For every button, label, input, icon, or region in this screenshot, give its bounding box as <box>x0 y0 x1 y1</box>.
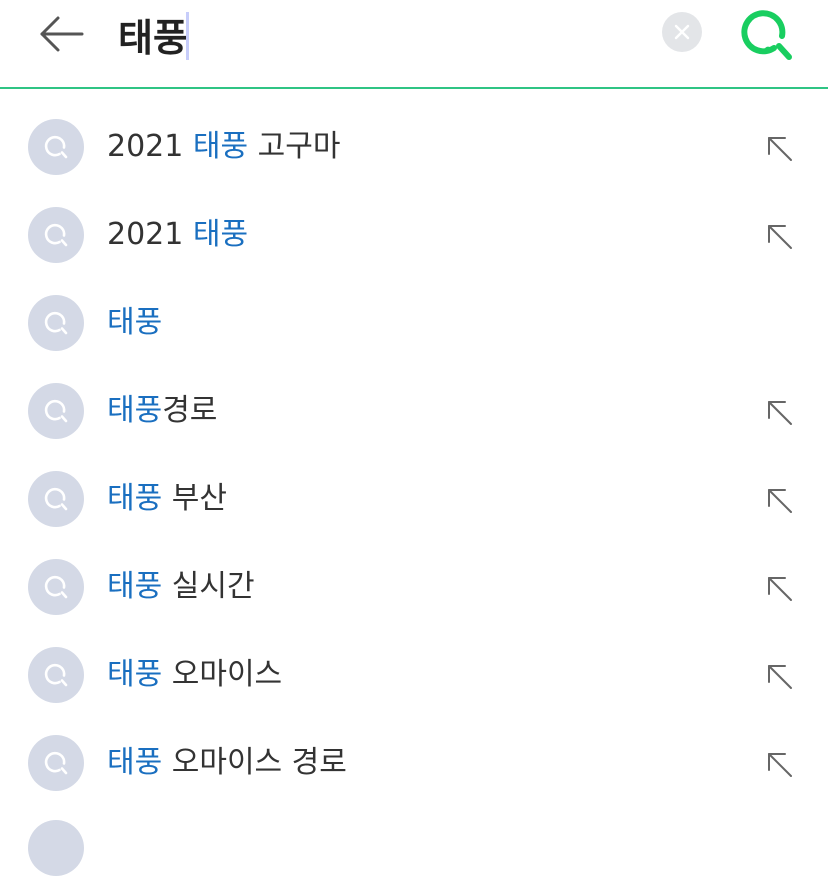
close-icon <box>674 24 690 40</box>
text-cursor <box>186 12 189 60</box>
suggestion-search-icon <box>28 119 84 175</box>
suggestion-prefix: 2021 <box>107 217 193 252</box>
fill-query-button[interactable] <box>756 653 804 701</box>
fill-query-button[interactable] <box>756 741 804 789</box>
suggestion-search-icon <box>28 207 84 263</box>
suggestion-suffix: 오마이스 <box>162 657 283 692</box>
suggestion-search-icon <box>28 295 84 351</box>
arrow-up-left-icon <box>765 750 795 780</box>
clear-button[interactable] <box>662 12 702 52</box>
suggestion-search-icon <box>28 471 84 527</box>
suggestion-link[interactable]: 태풍 실시간 <box>0 531 740 619</box>
fill-query-button[interactable] <box>756 125 804 173</box>
arrow-up-left-icon <box>765 662 795 692</box>
arrow-up-left-icon <box>765 398 795 428</box>
back-arrow-icon <box>40 16 84 52</box>
suggestion-highlight: 태풍 <box>192 217 249 252</box>
suggestion-suffix: 오마이스 경로 <box>162 745 347 780</box>
search-button[interactable] <box>736 4 796 64</box>
suggestion-suffix: 경로 <box>162 393 218 428</box>
suggestion-highlight: 태풍 <box>107 657 163 692</box>
suggestion-item: 태풍 오마이스 <box>0 619 828 707</box>
suggestion-highlight: 태풍 <box>107 393 163 428</box>
suggestion-suffix: 실시간 <box>162 569 255 604</box>
suggestion-link[interactable]: 2021 태풍 <box>0 179 740 267</box>
suggestion-item: 태풍 오마이스 경로 <box>0 707 828 795</box>
suggestion-item: 태풍 실시간 <box>0 531 828 619</box>
suggestion-link[interactable]: 태풍경로 <box>0 355 740 443</box>
suggestion-list: 2021 태풍 고구마 2021 태풍 태풍 태풍경로 태풍 부산 태풍 실시간 태풍 오마… <box>0 91 828 795</box>
suggestion-text: 태풍 <box>107 301 162 345</box>
suggestion-highlight: 태풍 <box>192 129 249 164</box>
search-icon <box>741 10 792 60</box>
suggestion-text: 태풍 부산 <box>107 477 227 521</box>
suggestion-link[interactable]: 태풍 오마이스 경로 <box>0 707 740 795</box>
suggestion-prefix: 2021 <box>107 129 193 164</box>
fill-query-button[interactable] <box>756 565 804 613</box>
back-button[interactable] <box>36 12 86 56</box>
suggestion-item: 2021 태풍 <box>0 179 828 267</box>
suggestion-search-icon <box>28 559 84 615</box>
search-header <box>0 0 828 89</box>
suggestion-link[interactable]: 2021 태풍 고구마 <box>0 91 740 179</box>
arrow-up-left-icon <box>765 574 795 604</box>
suggestion-link[interactable]: 태풍 부산 <box>0 443 740 531</box>
suggestion-item: 태풍 <box>0 267 828 355</box>
suggestion-suffix: 부산 <box>162 481 227 516</box>
suggestion-text: 태풍 오마이스 <box>107 653 282 697</box>
suggestion-item: 태풍경로 <box>0 355 828 443</box>
suggestion-link[interactable]: 태풍 <box>0 267 740 355</box>
suggestion-highlight: 태풍 <box>107 305 163 340</box>
search-input[interactable] <box>118 8 638 60</box>
arrow-up-left-icon <box>765 222 795 252</box>
suggestion-icon-partial <box>28 820 84 876</box>
suggestion-text: 2021 태풍 <box>107 213 248 257</box>
suggestion-search-icon <box>28 647 84 703</box>
suggestion-item: 2021 태풍 고구마 <box>0 91 828 179</box>
suggestion-link[interactable]: 태풍 오마이스 <box>0 619 740 707</box>
suggestion-text: 태풍 실시간 <box>107 565 255 609</box>
suggestion-suffix: 고구마 <box>248 129 341 164</box>
suggestion-text: 태풍 오마이스 경로 <box>107 741 347 785</box>
suggestion-search-icon <box>28 735 84 791</box>
fill-query-button[interactable] <box>756 389 804 437</box>
suggestion-search-icon <box>28 383 84 439</box>
suggestion-highlight: 태풍 <box>107 481 163 516</box>
suggestion-highlight: 태풍 <box>107 569 163 604</box>
suggestion-text: 2021 태풍 고구마 <box>107 125 340 169</box>
suggestion-item: 태풍 부산 <box>0 443 828 531</box>
fill-query-button[interactable] <box>756 477 804 525</box>
fill-query-button[interactable] <box>756 213 804 261</box>
arrow-up-left-icon <box>765 134 795 164</box>
suggestion-highlight: 태풍 <box>107 745 163 780</box>
suggestion-text: 태풍경로 <box>107 389 217 433</box>
arrow-up-left-icon <box>765 486 795 516</box>
